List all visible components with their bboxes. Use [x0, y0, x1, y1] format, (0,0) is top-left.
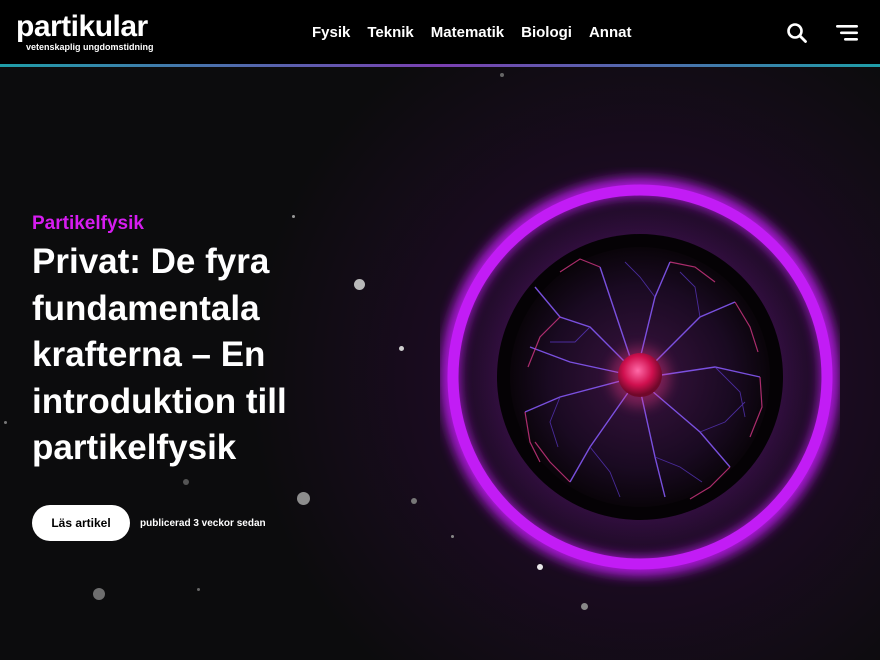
- nav-item-matematik[interactable]: Matematik: [431, 23, 504, 43]
- read-article-button[interactable]: Läs artikel: [32, 505, 130, 541]
- published-date: publicerad 3 veckor sedan: [140, 518, 266, 529]
- particle-dot: [354, 279, 365, 290]
- particle-dot: [297, 492, 310, 505]
- article-title[interactable]: Privat: De fyra fundamentala krafterna –…: [32, 239, 332, 472]
- nav-item-fysik[interactable]: Fysik: [312, 23, 350, 43]
- particle-dot: [197, 588, 200, 591]
- particle-dot: [411, 498, 417, 504]
- nav-item-biologi[interactable]: Biologi: [521, 23, 572, 43]
- particle-dot: [292, 215, 295, 218]
- nav-item-annat[interactable]: Annat: [589, 23, 632, 43]
- hamburger-menu-icon[interactable]: [836, 24, 860, 42]
- particle-dot: [399, 346, 404, 351]
- particle-dot: [93, 588, 105, 600]
- hero-section: Partikelfysik Privat: De fyra fundamenta…: [0, 67, 880, 660]
- particle-dot: [4, 421, 7, 424]
- particle-dot: [183, 479, 189, 485]
- site-header: partikular vetenskaplig ungdomstidning F…: [0, 0, 880, 64]
- logo-tagline: vetenskaplig ungdomstidning: [26, 42, 154, 52]
- nav-item-teknik[interactable]: Teknik: [367, 23, 413, 43]
- particle-dot: [500, 73, 504, 77]
- logo-name: partikular: [16, 10, 148, 43]
- plasma-ball-image: [440, 167, 840, 587]
- site-logo[interactable]: partikular vetenskaplig ungdomstidning: [16, 10, 154, 53]
- main-nav: Fysik Teknik Matematik Biologi Annat: [312, 23, 631, 43]
- particle-dot: [581, 603, 588, 610]
- search-icon[interactable]: [786, 22, 808, 44]
- article-category[interactable]: Partikelfysik: [32, 212, 144, 236]
